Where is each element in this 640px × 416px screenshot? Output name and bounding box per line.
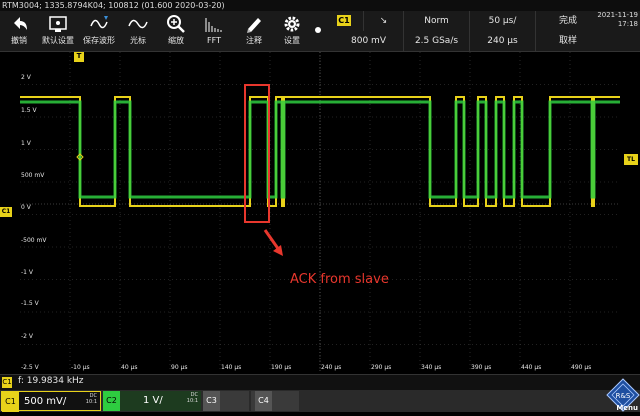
x-axis-label: 390 µs: [471, 364, 492, 371]
x-axis-label: 90 µs: [171, 364, 188, 371]
acquisition-hud: C1 ↘ Norm 50 µs/ 完成 800 mV 2.5 GSa/s 240…: [334, 11, 600, 51]
ack-annotation-text: ACK from slave: [290, 272, 389, 287]
y-axis-label: 2 V: [21, 74, 31, 81]
y-axis-label: -1.5 V: [21, 300, 39, 307]
zoom-button[interactable]: 缩放: [158, 11, 194, 51]
x-axis-label: -10 µs: [71, 364, 90, 371]
cursor-button[interactable]: 光标: [120, 11, 156, 51]
frequency-readout: f: 19.9834 kHz: [18, 376, 84, 386]
hud-status[interactable]: 完成: [536, 11, 600, 31]
hud-acquire[interactable]: 取样: [536, 31, 600, 51]
hud-trigger-slope[interactable]: ↘: [364, 11, 404, 31]
cursor-icon: [120, 14, 156, 36]
gear-icon: [274, 14, 310, 36]
waveform-display: [20, 52, 620, 372]
trigger-level-marker[interactable]: TL: [624, 154, 638, 165]
measurement-channel-tag: C1: [2, 377, 12, 388]
channel-c2[interactable]: C2 1 V/ DC 10:1: [103, 391, 201, 411]
menu-label: Menu: [616, 404, 638, 412]
hud-trigger-level[interactable]: 800 mV: [334, 31, 404, 51]
x-axis-label: 40 µs: [121, 364, 138, 371]
title-bar: RTM3004; 1335.8794K04; 100812 (01.600 20…: [0, 0, 640, 11]
undo-icon: [0, 14, 38, 36]
settings-button[interactable]: 设置: [274, 11, 310, 51]
panel-toggle[interactable]: [312, 11, 324, 51]
fft-button[interactable]: FFT: [196, 11, 232, 51]
y-axis-label: -2 V: [21, 333, 33, 340]
save-waveform-button[interactable]: 保存波形: [80, 11, 118, 51]
y-axis-label: 0 V: [21, 204, 31, 211]
default-setup-button[interactable]: 默认设置: [38, 11, 78, 51]
annotate-button[interactable]: 注释: [236, 11, 272, 51]
x-axis-label: 140 µs: [221, 364, 242, 371]
y-axis-label: -500 mV: [21, 237, 47, 244]
trigger-position-marker[interactable]: T: [74, 52, 84, 62]
channel-c1[interactable]: C1 500 mV/ DC 10:1: [1, 391, 101, 412]
pen-icon: [236, 14, 272, 36]
hud-channel[interactable]: C1: [334, 11, 364, 31]
hud-sample-rate[interactable]: 2.5 GSa/s: [404, 31, 470, 51]
channel-c4[interactable]: C4: [251, 391, 299, 411]
x-axis-label: 440 µs: [521, 364, 542, 371]
measurement-bar: C1 f: 19.9834 kHz: [0, 374, 640, 390]
svg-text:R&S: R&S: [616, 392, 631, 400]
menu-button[interactable]: R&S Menu: [606, 378, 640, 412]
x-axis-label: 190 µs: [271, 364, 292, 371]
save-waveform-icon: [80, 14, 118, 36]
y-axis-label: 1.5 V: [21, 107, 37, 114]
waveform-grid[interactable]: [20, 52, 620, 372]
x-axis-label: 340 µs: [421, 364, 442, 371]
x-axis-label: 490 µs: [571, 364, 592, 371]
hud-mode[interactable]: Norm: [404, 11, 470, 31]
ch1-offset-marker[interactable]: C1: [0, 207, 12, 217]
channel-bar: C1 500 mV/ DC 10:1 C2 1 V/ DC 10:1 C3 C4: [0, 390, 640, 412]
default-setup-icon: [38, 14, 78, 36]
panel-toggle-dot-icon: [315, 27, 321, 33]
magnifier-icon: [158, 14, 194, 36]
channel-c3[interactable]: C3: [203, 391, 249, 411]
fft-icon: [196, 14, 232, 36]
hud-record-length[interactable]: 240 µs: [470, 31, 536, 51]
clock: 2021-11-19 17:18: [597, 11, 638, 28]
x-axis-label: 240 µs: [321, 364, 342, 371]
x-axis-label: 290 µs: [371, 364, 392, 371]
y-axis-label: -1 V: [21, 269, 33, 276]
hud-time-div[interactable]: 50 µs/: [470, 11, 536, 31]
y-axis-label: -2.5 V: [21, 364, 39, 371]
undo-button[interactable]: 撤销: [0, 11, 38, 51]
y-axis-label: 500 mV: [21, 172, 45, 179]
y-axis-label: 1 V: [21, 140, 31, 147]
